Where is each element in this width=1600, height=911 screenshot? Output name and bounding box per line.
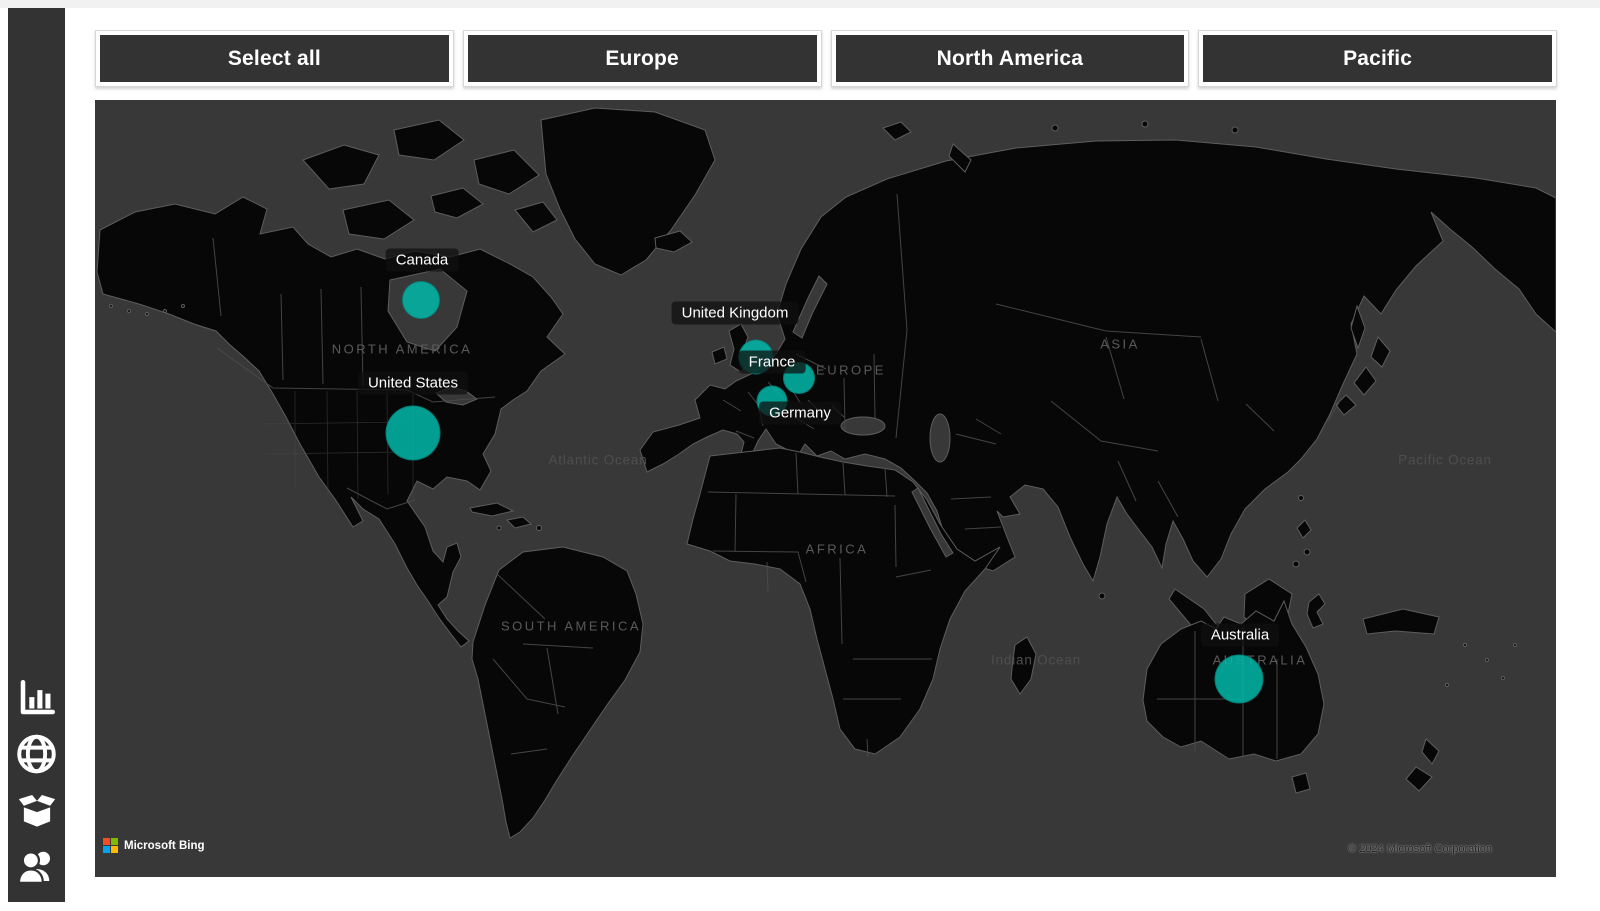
top-strip bbox=[0, 0, 1600, 8]
map-copyright: © 2024 Microsoft Corporation bbox=[1348, 843, 1492, 855]
map-bubble-australia[interactable] bbox=[1215, 655, 1264, 704]
sidebar-item-product[interactable] bbox=[14, 787, 59, 832]
bing-map-visual[interactable]: NORTH AMERICA SOUTH AMERICA EUROPE ASIA … bbox=[95, 100, 1556, 877]
map-text-africa: AFRICA bbox=[806, 542, 869, 557]
people-icon bbox=[14, 843, 59, 889]
europe-button-label: Europe bbox=[468, 35, 817, 82]
map-text-pacific-ocean: Pacific Ocean bbox=[1398, 453, 1492, 468]
bar-chart-icon bbox=[16, 677, 58, 719]
sidebar-item-customers[interactable] bbox=[14, 843, 59, 888]
map-label-australia: Australia bbox=[1201, 624, 1279, 647]
map-label-canada: Canada bbox=[386, 249, 459, 272]
select-all-button[interactable]: Select all bbox=[95, 30, 454, 87]
north-america-button[interactable]: North America bbox=[831, 30, 1190, 87]
region-filter-buttons: Select all Europe North America Pacific bbox=[95, 30, 1557, 87]
sidebar-item-chart[interactable] bbox=[14, 675, 59, 720]
map-text-north-america: NORTH AMERICA bbox=[332, 342, 473, 357]
map-text-indian-ocean: Indian Ocean bbox=[991, 653, 1081, 668]
bing-attribution[interactable]: Microsoft Bing bbox=[103, 838, 205, 853]
map-bubble-united-states[interactable] bbox=[386, 406, 441, 461]
microsoft-logo-icon bbox=[103, 838, 118, 853]
sidebar bbox=[8, 8, 65, 902]
europe-button[interactable]: Europe bbox=[463, 30, 822, 87]
open-box-icon bbox=[16, 789, 58, 831]
bing-provider-label: Microsoft Bing bbox=[124, 840, 205, 852]
map-text-europe: EUROPE bbox=[816, 363, 886, 378]
map-text-atlantic-ocean: Atlantic Ocean bbox=[549, 453, 648, 468]
sidebar-item-globe[interactable] bbox=[14, 731, 59, 776]
pacific-button-label: Pacific bbox=[1203, 35, 1552, 82]
map-label-united-kingdom: United Kingdom bbox=[672, 302, 799, 325]
map-label-germany: Germany bbox=[759, 402, 841, 425]
north-america-button-label: North America bbox=[836, 35, 1185, 82]
map-text-asia: ASIA bbox=[1100, 337, 1140, 352]
select-all-button-label: Select all bbox=[100, 35, 449, 82]
globe-icon bbox=[14, 731, 59, 777]
pacific-button[interactable]: Pacific bbox=[1198, 30, 1557, 87]
map-bubble-canada[interactable] bbox=[402, 281, 440, 319]
map-label-united-states: United States bbox=[358, 372, 468, 395]
map-label-france: France bbox=[739, 351, 806, 374]
map-text-south-america: SOUTH AMERICA bbox=[501, 619, 641, 634]
world-map-svg bbox=[95, 100, 1556, 877]
